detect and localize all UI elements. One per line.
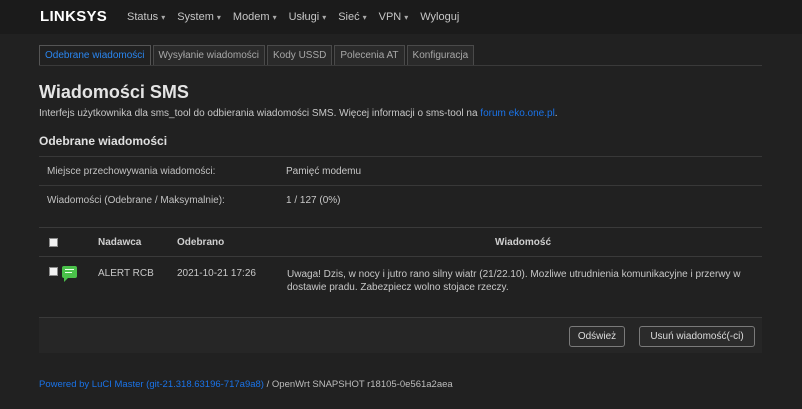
select-all-checkbox[interactable] <box>49 238 58 247</box>
top-navbar: LINKSYS Status ▾ System ▾ Modem ▾ Usługi ▾ S… <box>0 0 802 34</box>
tab-received-messages[interactable]: Odebrane wiadomości <box>39 45 151 65</box>
header-sender: Nadawca <box>98 237 142 248</box>
main-menu: Status ▾ System ▾ Modem ▾ Usługi ▾ Sieć ▾ VPN… <box>127 11 471 23</box>
menu-network[interactable]: Sieć ▾ <box>338 11 366 23</box>
caret-down-icon: ▾ <box>161 13 166 22</box>
table-header: Nadawca Odebrano Wiadomość <box>39 228 762 256</box>
tab-at-commands[interactable]: Polecenia AT <box>334 45 405 65</box>
row-sender: ALERT RCB <box>98 268 154 279</box>
table-row: ALERT RCB 2021-10-21 17:26 Uwaga! Dzis, … <box>39 256 762 307</box>
header-message: Wiadomość <box>495 237 552 248</box>
tab-configuration[interactable]: Konfiguracja <box>406 45 475 65</box>
menu-logout[interactable]: Wyloguj <box>420 11 459 23</box>
menu-status[interactable]: Status ▾ <box>127 11 165 23</box>
tab-bar: Odebrane wiadomości Wysyłanie wiadomości… <box>39 45 762 66</box>
page-description: Interfejs użytkownika dla sms_tool do od… <box>39 108 558 119</box>
message-count-label: Wiadomości (Odebrane / Maksymalnie): <box>47 195 225 206</box>
storage-row: Miejsce przechowywania wiadomości: Pamię… <box>39 156 762 185</box>
menu-vpn[interactable]: VPN ▾ <box>379 11 409 23</box>
tab-send-messages[interactable]: Wysyłanie wiadomości <box>152 45 265 65</box>
row-received: 2021-10-21 17:26 <box>177 268 256 279</box>
messages-table: Nadawca Odebrano Wiadomość ALERT RCB 202… <box>39 227 762 307</box>
section-title: Odebrane wiadomości <box>39 134 168 148</box>
delete-messages-button[interactable]: Usuń wiadomość(-ci) <box>639 326 755 347</box>
menu-system[interactable]: System ▾ <box>177 11 221 23</box>
storage-value: Pamięć modemu <box>286 166 362 177</box>
luci-link[interactable]: Powered by LuCI Master (git-21.318.63196… <box>39 379 264 390</box>
caret-down-icon: ▾ <box>216 13 221 22</box>
action-bar: Odśwież Usuń wiadomość(-ci) <box>39 317 762 353</box>
caret-down-icon: ▾ <box>404 13 409 22</box>
forum-link[interactable]: forum eko.one.pl <box>480 108 555 119</box>
header-received: Odebrano <box>177 237 225 248</box>
footer: Powered by LuCI Master (git-21.318.63196… <box>39 379 453 390</box>
message-count-value: 1 / 127 (0%) <box>286 195 341 206</box>
row-checkbox[interactable] <box>49 267 58 276</box>
menu-modem[interactable]: Modem ▾ <box>233 11 277 23</box>
caret-down-icon: ▾ <box>272 13 277 22</box>
menu-services[interactable]: Usługi ▾ <box>289 11 327 23</box>
storage-label: Miejsce przechowywania wiadomości: <box>47 166 216 177</box>
message-count-row: Wiadomości (Odebrane / Maksymalnie): 1 /… <box>39 185 762 214</box>
sms-message-icon <box>62 266 77 282</box>
caret-down-icon: ▾ <box>362 13 367 22</box>
brand-logo[interactable]: LINKSYS <box>40 8 107 25</box>
refresh-button[interactable]: Odśwież <box>569 326 625 347</box>
tab-ussd-codes[interactable]: Kody USSD <box>267 45 333 65</box>
row-message: Uwaga! Dzis, w nocy i jutro rano silny w… <box>287 269 741 293</box>
page-title: Wiadomości SMS <box>39 82 189 102</box>
caret-down-icon: ▾ <box>322 13 327 22</box>
